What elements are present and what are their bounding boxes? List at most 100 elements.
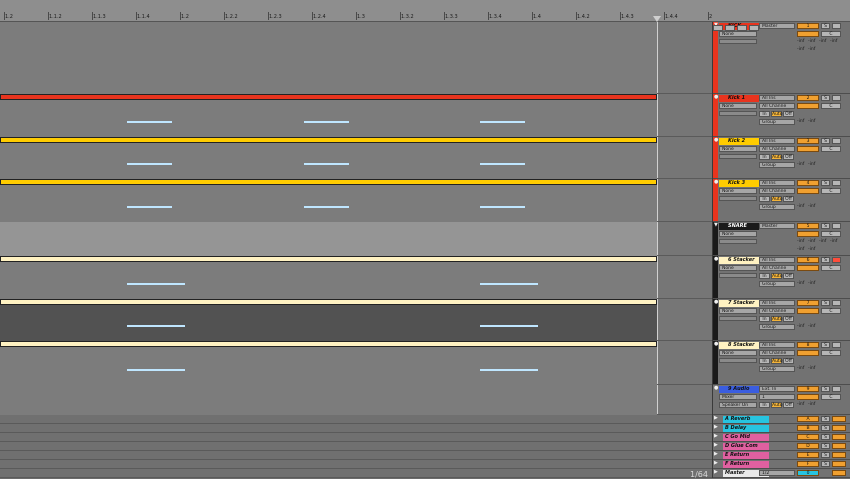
channel-dropdown[interactable]: All Channe [759, 265, 795, 271]
track-activator-button[interactable]: 7 [797, 300, 819, 306]
return-activator-button[interactable]: B [797, 425, 819, 431]
return-track-name[interactable]: A Reverb [723, 416, 769, 423]
track-name-field[interactable] [719, 111, 757, 116]
track-activator-icon[interactable]: ● [714, 179, 718, 185]
return-activator-button[interactable]: E [797, 452, 819, 458]
track-name-2[interactable]: Kick 1 [719, 95, 759, 102]
track-activator-icon[interactable]: ▶ [714, 424, 718, 430]
return-activator-button[interactable]: D [797, 443, 819, 449]
input-channel-dropdown[interactable]: None [719, 350, 757, 356]
return-volume[interactable] [832, 425, 846, 431]
arm-button[interactable] [832, 342, 841, 348]
solo-button[interactable]: S [821, 257, 830, 263]
chevron-icon[interactable] [737, 25, 747, 31]
input-type-dropdown[interactable]: Ext. In [759, 386, 795, 392]
track-lane[interactable] [0, 256, 712, 299]
track-activator-button[interactable]: 9 [797, 386, 819, 392]
track-activator-button[interactable]: 8 [797, 342, 819, 348]
midi-note[interactable] [127, 283, 185, 285]
track-activator-icon[interactable]: ▶ [714, 433, 718, 439]
solo-button[interactable]: S [821, 23, 830, 29]
midi-note[interactable] [480, 206, 525, 208]
midi-note[interactable] [127, 325, 185, 327]
track-activator-icon[interactable]: ▶ [714, 460, 718, 466]
solo-button[interactable]: S [821, 425, 830, 431]
channel-dropdown[interactable]: All Channe [759, 146, 795, 152]
input-channel-dropdown[interactable]: None [719, 103, 757, 109]
volume-slider[interactable] [797, 350, 819, 356]
track-name-7[interactable]: 7 Stacker [719, 300, 759, 307]
monitor-in-button[interactable]: In [759, 154, 770, 160]
input-type-dropdown[interactable]: Master [759, 23, 795, 29]
return-lane[interactable] [0, 469, 712, 478]
solo-button[interactable]: S [821, 138, 830, 144]
midi-clip-header[interactable] [0, 137, 657, 143]
return-volume[interactable] [832, 470, 846, 476]
fold-icon[interactable]: ▼ [714, 222, 718, 228]
pan-knob[interactable]: C [821, 146, 841, 152]
solo-button[interactable]: S [821, 95, 830, 101]
midi-clip-header[interactable] [0, 94, 657, 100]
return-lane[interactable] [0, 460, 712, 469]
return-volume[interactable] [832, 434, 846, 440]
pan-knob[interactable]: C [821, 265, 841, 271]
monitor-auto-button[interactable]: Auto [771, 196, 782, 202]
monitor-off-button[interactable]: Off [783, 402, 794, 408]
track-activator-button[interactable]: 1 [797, 23, 819, 29]
track-activator-icon[interactable]: ▶ [714, 442, 718, 448]
output-group-dropdown[interactable]: Group [759, 119, 795, 125]
solo-button[interactable]: S [821, 416, 830, 422]
midi-clip-header[interactable] [0, 341, 657, 347]
monitor-auto-button[interactable]: Auto [771, 273, 782, 279]
return-track-name[interactable]: F Return [723, 461, 769, 468]
midi-note[interactable] [480, 121, 525, 123]
midi-note[interactable] [304, 121, 349, 123]
arrangement-view[interactable] [0, 22, 712, 478]
arm-button[interactable] [832, 300, 841, 306]
input-type-dropdown[interactable]: All Ins [759, 138, 795, 144]
volume-slider[interactable] [797, 31, 819, 37]
return-lane[interactable] [0, 415, 712, 424]
monitor-in-button[interactable]: In [759, 111, 770, 117]
track-lane[interactable] [0, 385, 712, 415]
track-name-field[interactable] [719, 273, 757, 278]
output-group-dropdown[interactable]: Group [759, 204, 795, 210]
pan-knob[interactable]: C [821, 231, 841, 237]
solo-button[interactable]: S [821, 386, 830, 392]
input-channel-dropdown[interactable]: None [719, 265, 757, 271]
arm-button[interactable] [832, 95, 841, 101]
volume-slider[interactable] [797, 188, 819, 194]
monitor-output-dropdown[interactable]: Speaker On [719, 402, 757, 408]
volume-slider[interactable] [797, 265, 819, 271]
track-activator-button[interactable]: 4 [797, 180, 819, 186]
solo-button[interactable]: S [821, 300, 830, 306]
solo-button[interactable]: S [821, 223, 830, 229]
return-volume[interactable] [832, 452, 846, 458]
monitor-off-button[interactable]: Off [783, 154, 794, 160]
midi-note[interactable] [480, 325, 538, 327]
input-channel-dropdown[interactable]: None [719, 188, 757, 194]
input-channel-dropdown[interactable]: Mixer [719, 394, 757, 400]
pan-knob[interactable]: C [821, 188, 841, 194]
monitor-off-button[interactable]: Off [783, 273, 794, 279]
return-activator-button[interactable]: 0 [797, 470, 819, 476]
midi-note[interactable] [480, 163, 525, 165]
pan-knob[interactable]: C [821, 31, 841, 37]
crossfade-icon[interactable] [725, 25, 735, 31]
midi-note[interactable] [480, 369, 538, 371]
volume-slider[interactable] [797, 146, 819, 152]
track-name-field[interactable] [719, 196, 757, 201]
midi-clip-header[interactable] [0, 299, 657, 305]
track-activator-icon[interactable]: ● [714, 256, 718, 262]
track-lane[interactable] [0, 222, 712, 256]
return-lane[interactable] [0, 442, 712, 451]
track-activator-icon[interactable]: ● [714, 385, 718, 391]
io-icon[interactable] [749, 25, 759, 31]
cue-dropdown[interactable]: 1/2 [759, 470, 795, 476]
monitor-in-button[interactable]: In [759, 273, 770, 279]
return-volume[interactable] [832, 416, 846, 422]
input-type-dropdown[interactable]: All Ins [759, 95, 795, 101]
channel-dropdown[interactable]: 1 [759, 394, 795, 400]
track-lane[interactable] [0, 341, 712, 385]
track-activator-icon[interactable]: ● [714, 341, 718, 347]
